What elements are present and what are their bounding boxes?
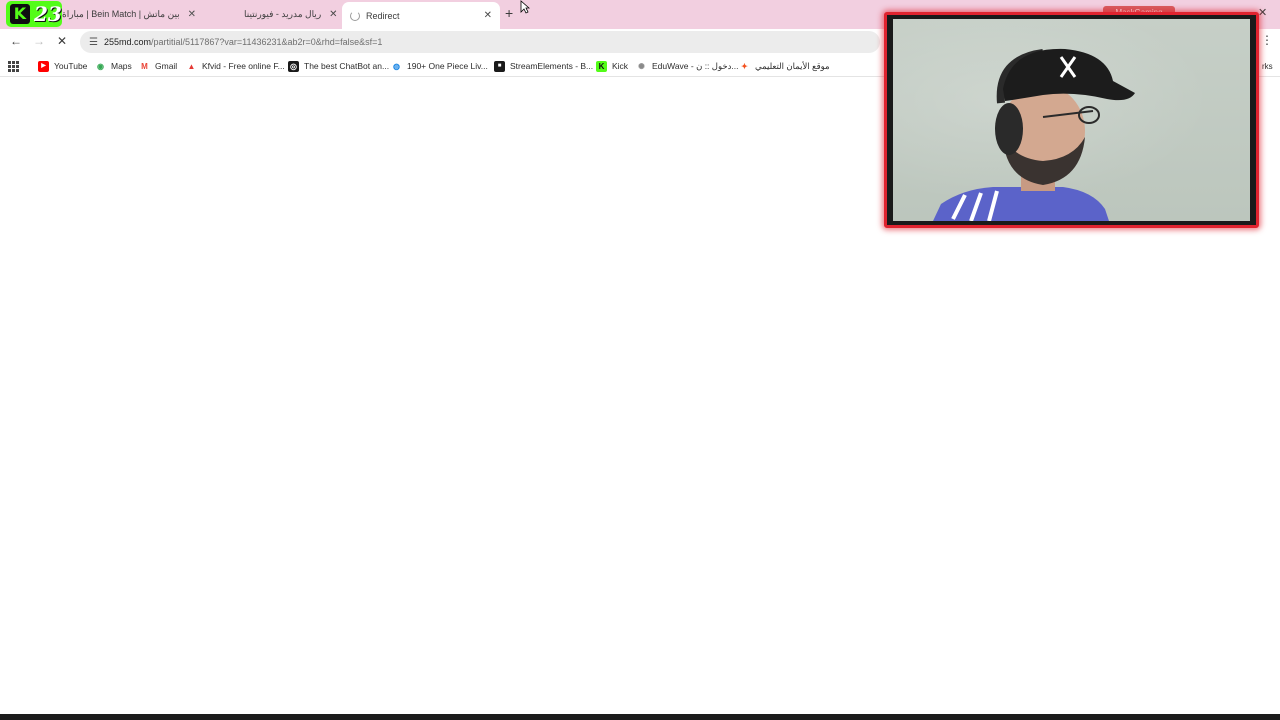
address-bar[interactable]: ☰ 255md.com/partitial/5117867?var=114362… (80, 31, 880, 53)
bookmark-kick[interactable]: K Kick (596, 59, 628, 73)
bookmark-chatbot[interactable]: ◎ The best ChatBot an... (288, 59, 389, 73)
kfvid-icon: ▲ (187, 61, 196, 71)
webcam-overlay (884, 12, 1259, 228)
bookmark-label: Kick (612, 61, 629, 71)
back-button[interactable]: ← (10, 34, 22, 48)
forward-button[interactable]: → (33, 34, 45, 48)
streamer-figure (933, 48, 1135, 221)
youtube-icon: ▶ (38, 60, 49, 72)
window-close-button[interactable]: ✕ (1258, 6, 1267, 19)
alaiman-icon: ✦ (741, 61, 748, 71)
bookmark-youtube[interactable]: ▶ YouTube (38, 59, 87, 73)
url-host: 255md.com (103, 37, 151, 47)
eduwave-icon: ✺ (638, 61, 645, 71)
tab-redirect[interactable]: Redirect ✕ (342, 2, 500, 29)
bookmark-maps[interactable]: ◉ Maps (95, 59, 132, 73)
streamelements-icon: ■ (494, 60, 505, 72)
kick-logo-icon: K (10, 4, 30, 24)
new-tab-button[interactable]: + (505, 5, 513, 21)
stop-loading-button[interactable]: ✕ (57, 34, 67, 48)
chatbot-icon: ◎ (288, 60, 299, 72)
bookmark-label: YouTube (54, 61, 88, 71)
tab-close-icon[interactable]: ✕ (329, 9, 337, 20)
webcam-feed (893, 19, 1250, 221)
url-path: /partitial/5117867?var=11436231&ab2r=0&r… (151, 37, 383, 47)
stream-badge: K 23 (6, 1, 62, 27)
tab-title: بين ماتش | Bein Match | مباراة (62, 8, 180, 19)
bookmark-label: 190+ One Piece Liv... (407, 61, 488, 71)
kick-icon: K (596, 60, 607, 72)
bookmark-label: The best ChatBot an... (304, 61, 390, 71)
bookmark-label: Kfvid - Free online F... (202, 61, 285, 71)
apps-grid-icon[interactable] (8, 61, 19, 72)
bookmark-kfvid[interactable]: ▲ Kfvid - Free online F... (186, 59, 285, 73)
stream-badge-number: 23 (34, 2, 62, 26)
bookmark-label: Maps (111, 61, 132, 71)
browser-menu-button[interactable]: ⋮ (1261, 33, 1273, 47)
bookmark-eduwave[interactable]: ✺ EduWave - دخول :: ن... (636, 59, 738, 73)
bookmark-label: StreamElements - B... (510, 61, 594, 71)
taskbar-edge (0, 714, 1280, 720)
gmail-icon: M (141, 61, 148, 71)
bookmark-label: Gmail (155, 61, 178, 71)
mouse-cursor-icon (520, 0, 530, 14)
bookmark-label: EduWave - دخول :: ن... (652, 60, 739, 71)
bookmark-onepiece[interactable]: ◍ 190+ One Piece Liv... (391, 59, 488, 73)
loading-spinner-icon (350, 10, 360, 21)
bookmark-gmail[interactable]: M Gmail (139, 59, 177, 73)
maps-icon: ◉ (97, 61, 104, 71)
tab-real-madrid[interactable]: ◌ ريال مدريد - فيورنتينا ✕ (190, 3, 338, 25)
bookmark-alaiman[interactable]: ✦ موقع الأيمان التعليمي (739, 59, 830, 73)
bookmark-streamelements[interactable]: ■ StreamElements - B... (494, 59, 593, 73)
tab-favicon-icon: ◌ (190, 9, 196, 19)
bookmark-label: موقع الأيمان التعليمي (755, 60, 830, 71)
tab-title: ريال مدريد - فيورنتينا (244, 8, 322, 19)
tab-bein-match[interactable]: بين ماتش | Bein Match | مباراة ✕ (62, 3, 196, 25)
onepiece-icon: ◍ (393, 61, 400, 71)
tab-title: Redirect (366, 10, 400, 21)
bookmarks-overflow[interactable]: rks (1262, 62, 1273, 71)
tab-close-icon[interactable]: ✕ (484, 10, 492, 21)
site-info-icon[interactable]: ☰ (89, 37, 98, 48)
